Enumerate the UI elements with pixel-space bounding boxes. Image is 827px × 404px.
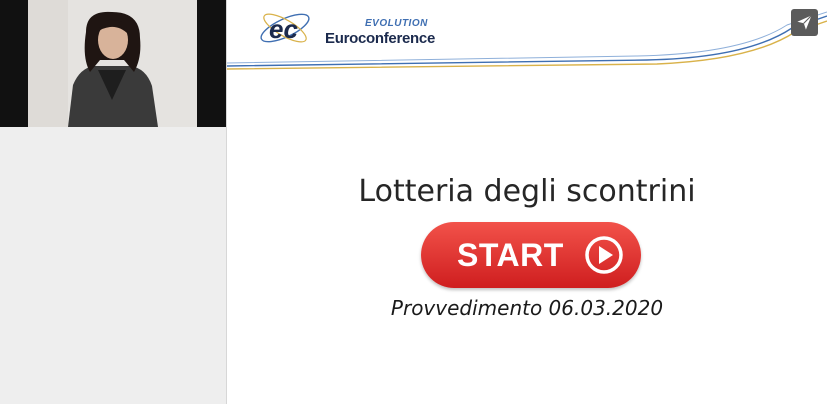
webcam-feed	[28, 0, 197, 127]
webcam-video-tile[interactable]	[0, 0, 226, 127]
logo-tagline: EVOLUTION	[365, 18, 428, 29]
share-button[interactable]	[791, 9, 818, 36]
slide-title: Lotteria degli scontrini	[358, 174, 696, 209]
start-button[interactable]: START	[421, 222, 641, 288]
paper-plane-icon	[797, 15, 812, 30]
participant-silhouette	[28, 0, 197, 127]
slide-subtitle: Provvedimento 06.03.2020	[390, 296, 664, 320]
side-panel	[0, 0, 226, 404]
start-button-label: START	[457, 237, 564, 273]
play-icon	[585, 236, 623, 274]
presentation-slide: ec EVOLUTION Euroconference Lotteria deg…	[227, 0, 827, 404]
logo-brand-name: Euroconference	[325, 30, 435, 47]
logo-mark-text: ec	[269, 14, 298, 44]
euroconference-logo: ec EVOLUTION Euroconference	[255, 6, 435, 50]
ec-logo-mark: ec	[260, 13, 310, 44]
